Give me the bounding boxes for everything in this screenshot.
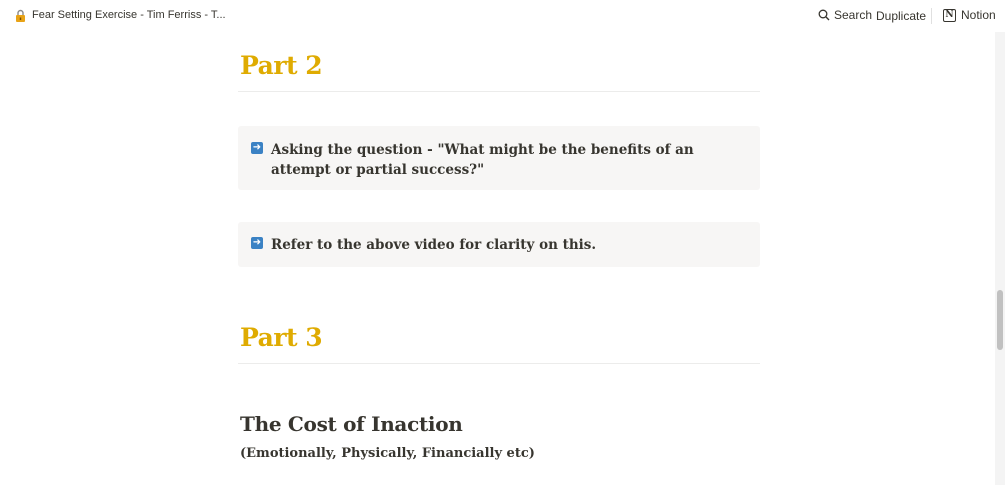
part3-heading: Part 3: [240, 323, 323, 352]
topbar-divider: [931, 8, 932, 24]
duplicate-button[interactable]: Duplicate: [876, 9, 926, 23]
breadcrumb-page-title[interactable]: Fear Setting Exercise - Tim Ferriss - T.…: [32, 9, 226, 21]
lock-icon: [16, 9, 25, 22]
search-icon: [818, 9, 830, 21]
cost-of-inaction-heading: The Cost of Inaction: [240, 412, 463, 436]
callout-text: Refer to the above video for clarity on …: [271, 237, 597, 253]
scrollbar-thumb[interactable]: [997, 290, 1003, 350]
divider: [238, 91, 760, 92]
notion-logo-icon: N: [943, 8, 956, 22]
notion-label: Notion: [961, 8, 996, 22]
notion-button[interactable]: N Notion: [943, 8, 996, 22]
callout-benefits: ➜ Asking the question - "What might be t…: [238, 126, 760, 190]
arrow-right-icon: ➜: [251, 142, 263, 154]
scrollbar-track[interactable]: [995, 32, 1005, 485]
divider: [238, 363, 760, 364]
callout-video: ➜ Refer to the above video for clarity o…: [238, 222, 760, 267]
part2-heading: Part 2: [240, 51, 323, 80]
cost-of-inaction-subtitle: (Emotionally, Physically, Financially et…: [240, 446, 535, 461]
arrow-right-icon: ➜: [251, 237, 263, 249]
top-bar: Fear Setting Exercise - Tim Ferriss - T.…: [0, 0, 1005, 32]
search-label: Search: [834, 8, 873, 22]
callout-text: Asking the question - "What might be the…: [271, 142, 694, 178]
search-button[interactable]: Search: [818, 8, 872, 22]
